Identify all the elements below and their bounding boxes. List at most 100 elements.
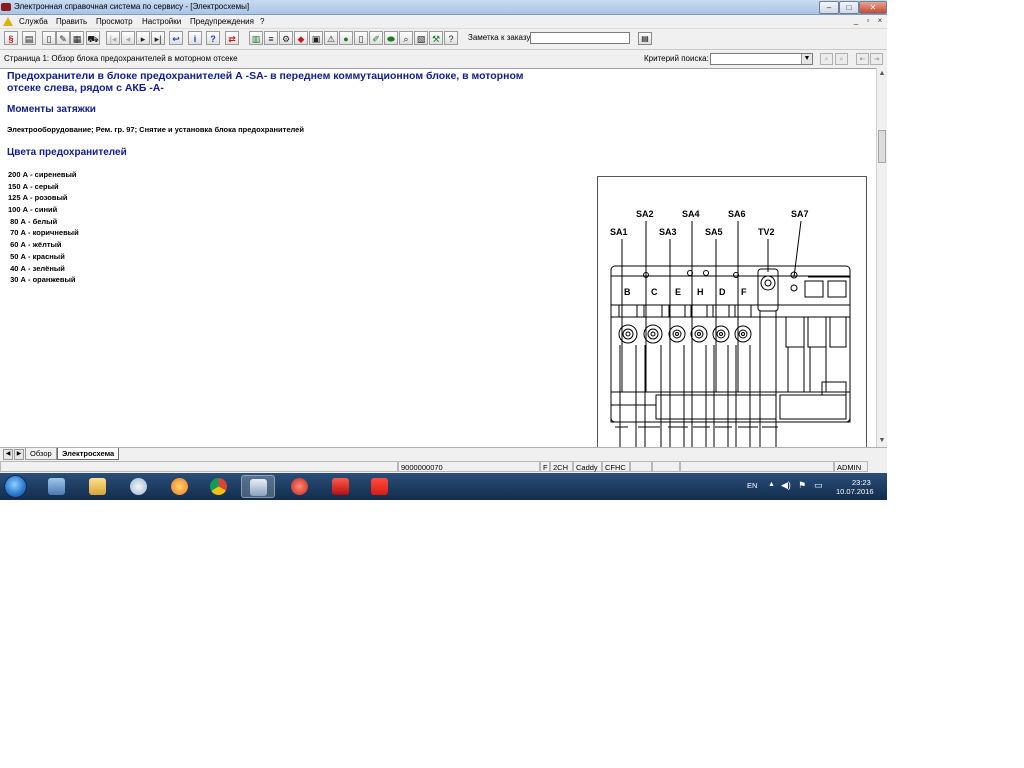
language-indicator[interactable]: EN	[747, 481, 757, 490]
mdi-close-icon[interactable]: ×	[875, 16, 885, 26]
wiring-diagram-icon[interactable]: ▣	[309, 31, 323, 45]
status-model: Caddy	[573, 461, 602, 472]
document-list-icon[interactable]: ≡	[264, 31, 278, 45]
new-document-icon[interactable]: ▯	[42, 31, 56, 45]
help-icon[interactable]: ?	[206, 31, 220, 45]
mdi-minimize-icon[interactable]: _	[851, 16, 861, 26]
find-icon[interactable]: ⌕	[820, 53, 833, 65]
switch-icon[interactable]: ⇄	[225, 31, 239, 45]
yandex-icon	[371, 478, 388, 495]
status-code: 9000000070	[398, 461, 540, 472]
menu-help[interactable]: ?	[260, 15, 264, 28]
tips-icon[interactable]: ?	[444, 31, 458, 45]
next-page-icon[interactable]: ▸	[136, 31, 150, 45]
status-pane-blank-2	[652, 461, 680, 472]
last-page-icon[interactable]: ▸|	[151, 31, 165, 45]
clock-time[interactable]: 23:23	[852, 478, 871, 487]
find-all-icon[interactable]: ⌕	[835, 53, 848, 65]
window-title: Электронная справочная система по сервис…	[14, 2, 250, 11]
menu-view[interactable]: Просмотр	[96, 15, 133, 28]
close-icon[interactable]: ✕	[859, 1, 887, 14]
torque-link[interactable]: Электрооборудование; Рем. гр. 97; Снятие…	[7, 125, 304, 134]
menu-settings[interactable]: Настройки	[142, 15, 181, 28]
list-item: 100 А - синий	[8, 205, 58, 215]
search-criteria-select[interactable]: ▼	[710, 53, 813, 65]
caution-icon[interactable]: ⚠	[324, 31, 338, 45]
tray-expand-icon[interactable]: ▲	[768, 481, 775, 488]
tab-overview[interactable]: Обзор	[25, 448, 57, 460]
taskbar-app-avast[interactable]	[163, 475, 197, 498]
application-window: Электронная справочная система по сервис…	[0, 0, 887, 500]
tool-icon[interactable]: ✐	[369, 31, 383, 45]
start-button-icon[interactable]	[4, 475, 27, 498]
minimize-icon[interactable]: –	[819, 1, 839, 14]
tab-wiring-diagram[interactable]: Электросхема	[57, 448, 120, 460]
order-note-input[interactable]	[530, 32, 630, 44]
list-item: 70 А - коричневый	[8, 228, 79, 238]
diagram-slot-c: C	[651, 287, 658, 297]
car-icon[interactable]: ⬬	[384, 31, 398, 45]
order-note-label: Заметка к заказу:	[468, 33, 533, 42]
diagram-slot-h: H	[697, 287, 704, 297]
menu-edit[interactable]: Править	[56, 15, 87, 28]
taskbar-app-player[interactable]	[324, 475, 358, 498]
vertical-scrollbar[interactable]: ▲ ▼	[876, 68, 887, 447]
status-pane-blank-1	[630, 461, 652, 472]
taskbar-app-tool[interactable]	[283, 475, 317, 498]
wrench-icon[interactable]: ⚒	[429, 31, 443, 45]
note-open-icon[interactable]: ▤	[638, 32, 652, 45]
print-icon[interactable]: ▤	[22, 31, 36, 45]
flag-icon[interactable]: ⚑	[798, 480, 806, 491]
service-system-icon	[250, 479, 267, 496]
taskbar-app-yandex[interactable]	[363, 475, 397, 498]
network-icon[interactable]: ▭	[814, 480, 823, 491]
mdi-restore-icon[interactable]: ▫	[863, 16, 873, 26]
menu-warnings[interactable]: Предупреждения	[190, 15, 254, 28]
find-previous-icon[interactable]: ⇤	[856, 53, 869, 65]
clipboard-icon[interactable]: ▧	[414, 31, 428, 45]
edit-document-icon[interactable]: ✎	[56, 31, 70, 45]
taskbar-app-chrome[interactable]	[202, 475, 236, 498]
tab-prev-icon[interactable]: ◀	[3, 449, 13, 460]
trash-icon[interactable]: ▯	[354, 31, 368, 45]
tab-next-icon[interactable]: ▶	[14, 449, 24, 460]
torque-heading: Моменты затяжки	[7, 104, 96, 115]
volume-icon[interactable]: ◀)	[781, 480, 791, 491]
taskbar-app-folder[interactable]	[81, 475, 115, 498]
menu-service[interactable]: Служба	[19, 15, 48, 28]
player-icon	[332, 478, 349, 495]
dropdown-arrow-icon[interactable]: ▼	[801, 54, 812, 64]
status-user: ADMIN	[834, 461, 868, 472]
diagram-slot-e: E	[675, 287, 681, 297]
diagram-label-sa1: SA1	[610, 227, 628, 237]
exit-icon[interactable]: §	[4, 31, 18, 45]
save-icon[interactable]: ▦	[70, 31, 84, 45]
toolbar: § ▤ ▯ ✎ ▦ ⛟ |◂ ◂ ▸ ▸| ↩ i ? ⇄ ▥ ≡ ⚙ ◆ ▣ …	[0, 28, 887, 50]
back-icon[interactable]: ↩	[169, 31, 183, 45]
taskbar-app-service-system[interactable]	[241, 475, 275, 498]
scroll-down-icon[interactable]: ▼	[877, 436, 887, 446]
folder-icon	[89, 478, 106, 495]
taskbar-app-paint[interactable]	[122, 475, 156, 498]
scroll-up-icon[interactable]: ▲	[877, 69, 887, 79]
info-icon[interactable]: i	[188, 31, 202, 45]
globe-icon[interactable]: ●	[339, 31, 353, 45]
find-next-icon[interactable]: ⇥	[870, 53, 883, 65]
taskbar-app-explorer[interactable]	[40, 475, 74, 498]
list-item: 200 А - сиреневый	[8, 170, 77, 179]
search-tool-icon[interactable]: ⌕	[399, 31, 413, 45]
fuse-color-list: 200 А - сиреневый 150 А - серый 125 А - …	[8, 169, 79, 286]
first-page-icon[interactable]: |◂	[106, 31, 120, 45]
diagnostic-icon[interactable]: ◆	[294, 31, 308, 45]
vehicle-icon[interactable]: ⛟	[86, 31, 100, 45]
list-item: 50 А - красный	[8, 251, 65, 261]
scrollbar-thumb[interactable]	[878, 130, 886, 163]
component-icon[interactable]: ⚙	[279, 31, 293, 45]
status-f: F	[540, 461, 550, 472]
book-icon[interactable]: ▥	[249, 31, 263, 45]
previous-page-icon[interactable]: ◂	[121, 31, 135, 45]
list-item: 125 А - розовый	[8, 193, 68, 203]
clock-date[interactable]: 10.07.2016	[836, 487, 874, 496]
maximize-icon[interactable]: □	[839, 1, 859, 14]
status-variant: CFHC	[602, 461, 630, 472]
